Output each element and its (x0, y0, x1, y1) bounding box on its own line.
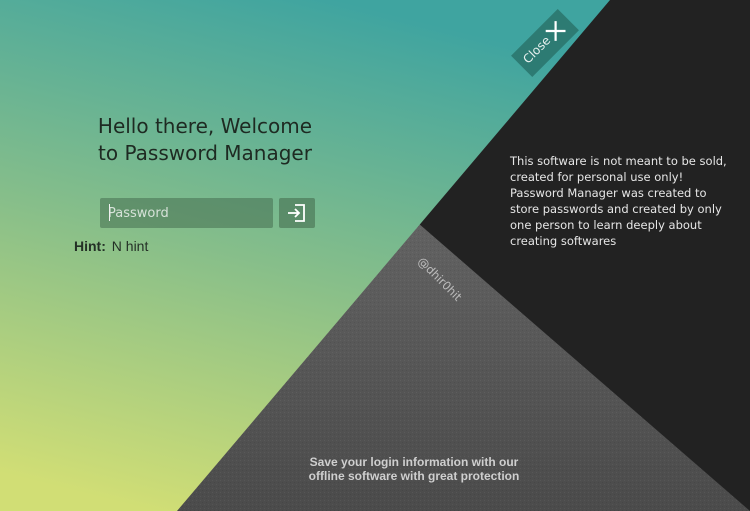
login-arrow-icon (288, 204, 305, 222)
welcome-heading: Hello there, Welcome to Password Manager (80, 113, 330, 167)
tagline-line-1: Save your login information with our (309, 455, 519, 469)
hint-row: Hint: N hint (74, 238, 148, 254)
login-window: Hello there, Welcome to Password Manager… (0, 0, 750, 511)
login-button[interactable] (279, 198, 315, 228)
text-cursor (109, 204, 110, 221)
tagline-line-2: offline software with great protection (308, 469, 520, 483)
background-panels (0, 0, 750, 511)
password-field[interactable] (100, 198, 273, 228)
tagline: Save your login information with our off… (290, 455, 538, 483)
password-input[interactable] (100, 198, 273, 228)
hint-value: N hint (111, 238, 149, 254)
welcome-line-1: Hello there, Welcome (97, 114, 313, 138)
hint-label: Hint: (74, 238, 106, 254)
welcome-line-2: to Password Manager (98, 141, 312, 165)
info-text: This software is not meant to be sold, c… (510, 154, 727, 248)
